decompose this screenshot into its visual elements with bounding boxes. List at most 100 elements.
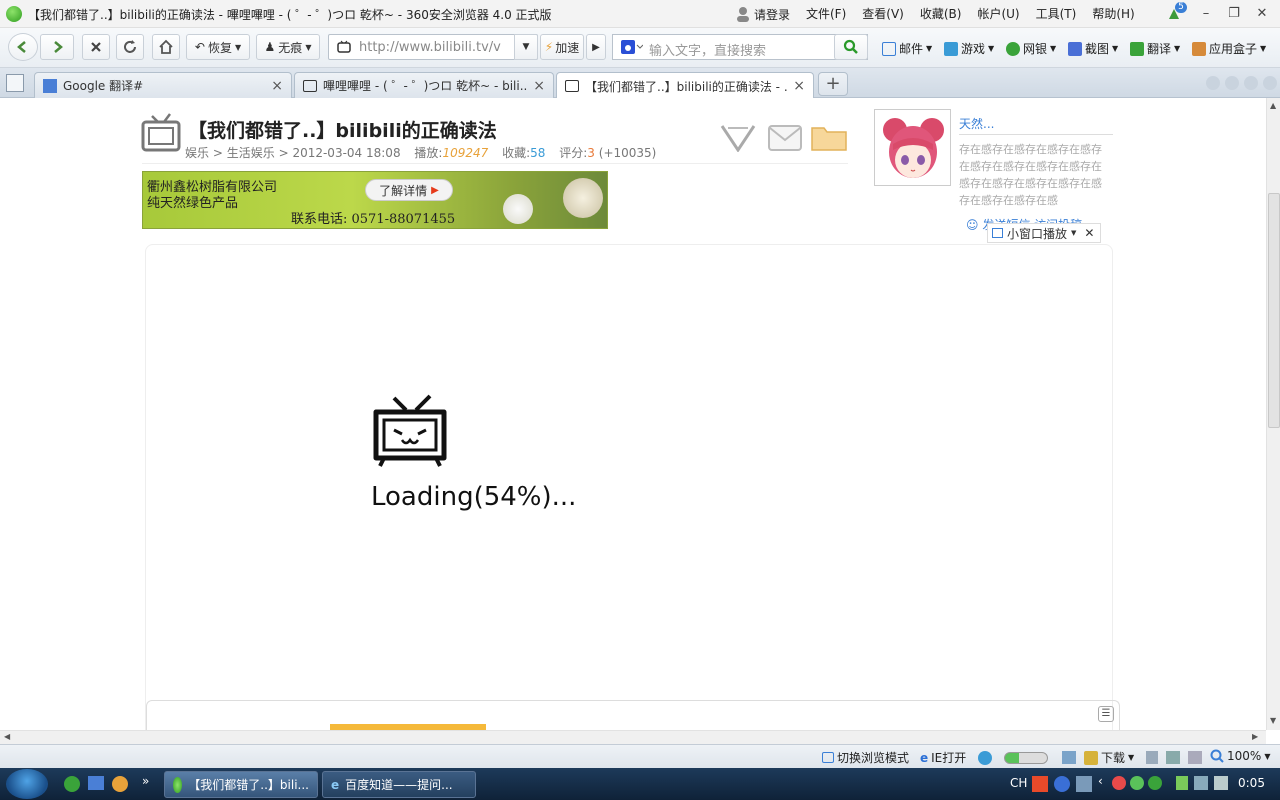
taskbar-item-baidu[interactable]: e 百度知道——提问... [322, 771, 476, 798]
mail-link[interactable]: 邮件 ▼ [882, 40, 932, 57]
close-window-icon[interactable]: ✕ [1250, 4, 1274, 24]
close-tab-icon[interactable]: × [533, 78, 545, 94]
toggle-switch-icon[interactable] [1004, 752, 1048, 764]
uploader-name-link[interactable]: 天然... [959, 115, 994, 132]
start-button[interactable] [6, 769, 48, 799]
close-all-tabs-icon[interactable] [1263, 76, 1277, 90]
address-bar[interactable]: http://www.bilibili.tv/v [328, 34, 538, 60]
menu-view[interactable]: 查看(V) [854, 5, 912, 22]
forward-button[interactable] [40, 34, 74, 60]
menu-file[interactable]: 文件(F) [798, 5, 854, 22]
security-icon[interactable] [978, 751, 992, 765]
go-button[interactable]: ▶ [586, 34, 606, 60]
folder-icon[interactable] [810, 124, 848, 155]
tab-google-translate[interactable]: Google 翻译# × [34, 72, 292, 98]
translate-link[interactable]: 翻译 ▼ [1130, 40, 1180, 57]
tab-bilibili-video[interactable]: 【我们都错了..】bilibili的正确读法 - ... × [556, 72, 814, 99]
quicklaunch-360-icon[interactable] [64, 776, 80, 792]
scroll-left-icon[interactable]: ◀ [4, 732, 10, 741]
chevron-down-icon: ▼ [1071, 229, 1077, 237]
score-value: 3 [587, 146, 595, 160]
taskbar-item-browser[interactable]: 【我们都错了..】bili... [164, 771, 318, 798]
battery-icon[interactable] [1176, 776, 1188, 790]
accelerate-button[interactable]: ⚡ 加速 [540, 34, 584, 60]
ad-learn-more-button[interactable]: 了解详情 ▶ [365, 179, 453, 201]
minimize-icon[interactable]: – [1194, 4, 1218, 24]
subcategory-link[interactable]: 生活娱乐 [227, 146, 275, 160]
refresh-button[interactable] [116, 34, 144, 60]
address-dropdown-button[interactable]: ▼ [514, 34, 538, 60]
stop-button[interactable] [82, 34, 110, 60]
input-language[interactable]: CH [1010, 776, 1027, 790]
ie-open-button[interactable]: e IE打开 [920, 749, 966, 766]
login-link[interactable]: 请登录 [746, 6, 798, 23]
menu-tools[interactable]: 工具(T) [1028, 5, 1085, 22]
close-tab-icon[interactable]: × [793, 78, 805, 94]
ebank-link[interactable]: 网银 ▼ [1006, 40, 1056, 57]
close-icon[interactable]: ✕ [1084, 226, 1094, 240]
app-box-link[interactable]: 应用盒子 ▼ [1192, 40, 1266, 57]
menu-account[interactable]: 帐户(U) [969, 5, 1027, 22]
restore-button[interactable]: ↶ 恢复 ▼ [186, 34, 250, 60]
status-bar: 切换浏览模式 e IE打开 下载 ▼ 100% ▼ [0, 744, 1280, 768]
ad-slogan: 纯天然绿色产品 [147, 196, 239, 211]
home-button[interactable] [152, 34, 180, 60]
help-icon[interactable] [1054, 776, 1070, 792]
video-player[interactable] [145, 244, 1113, 730]
tab-bilibili-home[interactable]: 嗶哩嗶哩 - ( ゜- ゜)つロ 乾杯~ - bili... × [294, 72, 554, 98]
quicklaunch-more-icon[interactable]: » [142, 774, 149, 788]
category-link[interactable]: 娱乐 [185, 146, 209, 160]
tray-360-icon[interactable] [1148, 776, 1162, 790]
close-tab-icon[interactable]: × [271, 78, 283, 94]
volume-icon[interactable] [1214, 776, 1228, 790]
games-link[interactable]: 游戏 ▼ [944, 40, 994, 57]
tray-expand-icon[interactable]: ‹ [1098, 774, 1103, 788]
tab-scroll-right-icon[interactable] [1225, 76, 1239, 90]
page-icon[interactable] [1146, 751, 1158, 764]
scroll-up-icon[interactable]: ▲ [1270, 101, 1276, 110]
scroll-down-icon[interactable]: ▼ [1270, 716, 1276, 725]
sidebar-toggle-icon[interactable] [6, 74, 24, 92]
uploader-avatar[interactable] [874, 109, 951, 186]
back-button[interactable] [8, 33, 38, 61]
tray-green-icon[interactable] [1130, 776, 1144, 790]
maximize-icon[interactable]: ❐ [1222, 4, 1246, 24]
quicklaunch-app-icon[interactable] [112, 776, 128, 792]
quicklaunch-desktop-icon[interactable] [88, 776, 104, 790]
horizontal-scrollbar[interactable]: ◀ ▶ [0, 730, 1266, 744]
incognito-button[interactable]: ♟ 无痕 ▼ [256, 34, 320, 60]
mail-share-icon[interactable] [768, 124, 802, 155]
ad-phone: 联系电话: 0571-88071455 [291, 212, 456, 227]
vertical-scrollbar[interactable]: ▲ ▼ [1266, 98, 1280, 730]
chevron-down-icon: ▼ [1128, 753, 1135, 762]
network-icon[interactable] [1194, 776, 1208, 790]
menu-help[interactable]: 帮助(H) [1084, 5, 1142, 22]
zoom-control[interactable]: 100% ▼ [1210, 749, 1270, 763]
ime-icon[interactable] [1032, 776, 1048, 792]
scroll-right-icon[interactable]: ▶ [1252, 732, 1258, 741]
printer-icon[interactable] [1166, 751, 1180, 764]
chevron-down-icon: ▼ [1260, 44, 1267, 53]
menu-favorites[interactable]: 收藏(B) [912, 5, 970, 22]
tray-red-icon[interactable] [1112, 776, 1126, 790]
ie-open-label: IE打开 [931, 751, 967, 765]
search-box[interactable]: 输入文字，直接搜索 [612, 34, 868, 60]
tab-scroll-left-icon[interactable] [1206, 76, 1220, 90]
clock[interactable]: 0:05 [1238, 776, 1265, 790]
scrollbar-thumb[interactable] [1268, 193, 1280, 428]
sound-icon[interactable] [1188, 751, 1202, 764]
switch-mode-button[interactable]: 切换浏览模式 [822, 749, 909, 766]
search-button[interactable] [834, 34, 868, 60]
upload-date: 2012-03-04 18:08 [292, 146, 401, 160]
download-button[interactable]: 下载 ▼ [1084, 749, 1134, 766]
tab-list-icon[interactable] [1244, 76, 1258, 90]
advertisement-banner[interactable]: 衢州鑫松树脂有限公司 纯天然绿色产品 联系电话: 0571-88071455 了… [142, 171, 608, 229]
new-tab-button[interactable]: + [818, 72, 848, 96]
rss-icon[interactable] [720, 122, 756, 155]
expand-icon[interactable]: ☰ [1098, 706, 1114, 722]
tray-icon[interactable] [1076, 776, 1092, 792]
window-titlebar: 【我们都错了..】bilibili的正确读法 - 嗶哩嗶哩 - ( ゜- ゜)つ… [0, 0, 1280, 28]
screenshot-link[interactable]: 截图 ▼ [1068, 40, 1118, 57]
miniplayer-control[interactable]: 小窗口播放 ▼ ✕ [987, 223, 1101, 243]
grid-icon[interactable] [1062, 751, 1076, 764]
